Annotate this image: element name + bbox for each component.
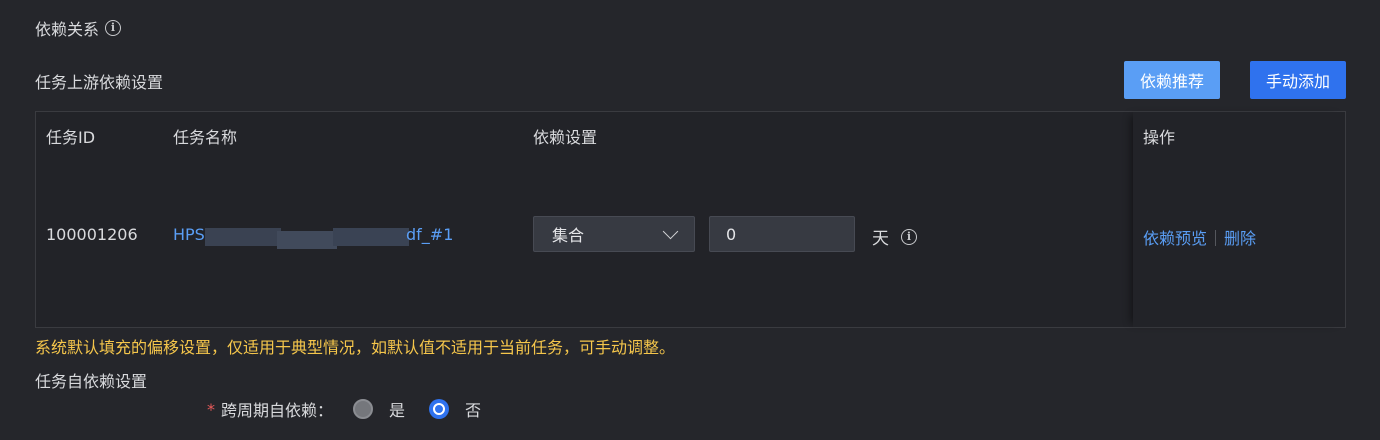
radio-yes[interactable] — [353, 399, 374, 419]
action-links: 依赖预览 删除 — [1143, 225, 1256, 249]
unit-label: 天 — [872, 229, 889, 249]
redacted-block — [205, 228, 281, 246]
column-header-task-id: 任务ID — [46, 128, 96, 147]
manual-add-button[interactable]: 手动添加 — [1250, 61, 1346, 99]
preview-dependency-link[interactable]: 依赖预览 — [1143, 229, 1207, 248]
upstream-dependency-table: 任务ID 任务名称 依赖设置 操作 100001206 HPS df_#1 集合… — [35, 111, 1346, 328]
column-header-task-name: 任务名称 — [173, 128, 238, 147]
chevron-down-icon — [662, 223, 679, 239]
redacted-block — [333, 228, 409, 246]
column-header-dep-setting: 依赖设置 — [533, 128, 598, 147]
dep-mode-select[interactable]: 集合 — [533, 216, 695, 252]
delete-link[interactable]: 删除 — [1224, 229, 1256, 248]
task-id-cell: 100001206 — [46, 225, 138, 244]
redacted-block — [277, 231, 337, 249]
radio-yes-label[interactable]: 是 — [389, 397, 405, 421]
dependency-section-title: 依赖关系 i — [35, 16, 122, 40]
info-icon[interactable]: i — [105, 20, 122, 36]
unit-group: 天 i — [872, 224, 917, 249]
dependency-title-text: 依赖关系 — [35, 20, 100, 39]
column-header-actions: 操作 — [1143, 128, 1176, 147]
upstream-title: 任务上游依赖设置 — [35, 73, 164, 92]
dep-mode-value: 集合 — [552, 226, 585, 245]
info-icon[interactable]: i — [901, 228, 917, 245]
cross-cycle-field: * 跨周期自依赖： 是 否 — [207, 397, 481, 421]
task-name-link[interactable]: HPS df_#1 — [173, 225, 453, 249]
radio-no[interactable] — [429, 399, 450, 419]
offset-hint-text: 系统默认填充的偏移设置，仅适用于典型情况，如默认值不适用于当前任务，可手动调整。 — [35, 338, 676, 357]
task-name-suffix: df_#1 — [406, 225, 454, 244]
cross-cycle-label: 跨周期自依赖： — [221, 401, 334, 420]
self-dependency-title: 任务自依赖设置 — [35, 372, 148, 391]
required-mark: * — [207, 399, 215, 419]
task-name-prefix: HPS — [173, 225, 205, 244]
radio-no-label[interactable]: 否 — [465, 397, 481, 421]
divider — [1215, 230, 1217, 246]
offset-input[interactable]: 0 — [709, 216, 855, 252]
recommend-button[interactable]: 依赖推荐 — [1124, 61, 1220, 99]
